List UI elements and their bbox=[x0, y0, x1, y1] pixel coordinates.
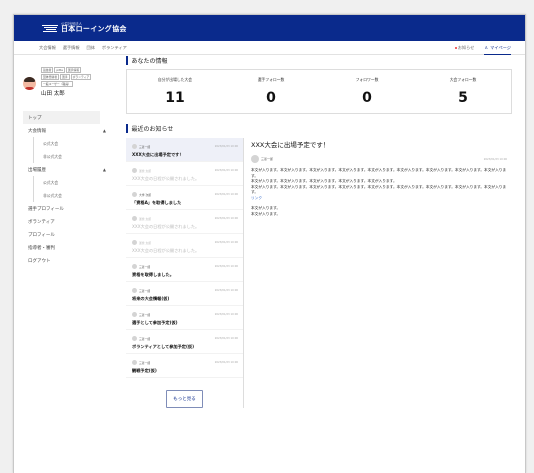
stats-section-title: あなたの情報 bbox=[126, 55, 512, 65]
stats-card: 自分が出場した大会 11 選手フォロー数 0 フォロワー数 0 大会フォロー数 … bbox=[126, 69, 512, 114]
detail-author: 三菱一郎 bbox=[261, 157, 274, 161]
avatar bbox=[23, 77, 36, 90]
profile-tag: 一般ユーザー（職員） bbox=[41, 81, 73, 87]
avatar bbox=[132, 312, 137, 317]
user-icon: ♙ bbox=[484, 45, 489, 50]
chevron-up-icon: ▲ bbox=[102, 128, 106, 133]
detail-date: 2023/01/23 10:00 bbox=[483, 157, 507, 161]
news-item[interactable]: 三菱一郎 2023/01/23 10:00 ボランティアとして参加予定(仮) bbox=[126, 330, 243, 354]
main-content: あなたの情報 自分が出場した大会 11 選手フォロー数 0 フォロワー数 0 大… bbox=[126, 55, 512, 408]
nav-tournament[interactable]: 大会情報 bbox=[39, 45, 56, 51]
chevron-up-icon: ▲ bbox=[102, 167, 106, 172]
sidebar-item-guardian[interactable]: 指導者・審判 bbox=[14, 241, 113, 254]
sidebar-item-results[interactable]: 出場履歴 ▲ bbox=[14, 163, 113, 176]
top-nav: 大会情報 選手情報 団体 ボランティア お知らせ ♙ マイページ bbox=[14, 41, 525, 55]
sidebar: 競技者 pitta 選手情報 団体登録者 選手 ボランティア 一般ユーザー（職員… bbox=[14, 55, 113, 473]
avatar bbox=[132, 288, 137, 293]
news-item[interactable]: 運営 太郎 2023/01/23 10:00 XXX大会の日程が公開されました。 bbox=[126, 234, 243, 258]
more-button[interactable]: もっと見る bbox=[166, 390, 203, 408]
nav-mypage[interactable]: ♙ マイページ bbox=[484, 41, 511, 55]
nav-notifications[interactable]: お知らせ bbox=[454, 45, 474, 51]
sidebar-subitem-unofficial[interactable]: 非公式大会 bbox=[34, 189, 113, 202]
news-item[interactable]: 三菱一郎 2023/01/23 10:00 観戦予定(仮) bbox=[126, 354, 243, 378]
sidebar-subitem-official[interactable]: 公式大会 bbox=[34, 137, 113, 150]
sidebar-menu: トップ 大会情報 ▲ 公式大会 非公式大会 出場履歴 ▲ 公式大会 非公式大会 選手… bbox=[14, 111, 113, 267]
news-item[interactable]: 運営 太郎 2023/01/23 10:00 XXX大会の日程が公開されました。 bbox=[126, 210, 243, 234]
user-name: 山田 太郎 bbox=[41, 91, 65, 97]
avatar bbox=[132, 144, 137, 149]
nav-organizations[interactable]: 団体 bbox=[87, 45, 95, 51]
stat-tournament-follows: 大会フォロー数 5 bbox=[449, 77, 477, 106]
profile-tag: 選手 bbox=[60, 74, 70, 80]
sidebar-item-profile[interactable]: プロフィール bbox=[14, 228, 113, 241]
avatar bbox=[132, 264, 137, 269]
news-item[interactable]: 大学 次郎 2023/01/23 10:00 「資格A」を取得しました bbox=[126, 186, 243, 210]
profile-card: 競技者 pitta 選手情報 団体登録者 選手 ボランティア 一般ユーザー（職員… bbox=[14, 55, 113, 97]
profile-tag: pitta bbox=[54, 67, 65, 73]
news-item[interactable]: 運営 太郎 2023/01/23 10:00 XXX大会の日程が公開されました。 bbox=[126, 162, 243, 186]
news-panel: 三菱一郎 2023/01/23 10:00 XXX大会に出場予定です！ 運営 太… bbox=[126, 138, 512, 408]
news-item[interactable]: 三菱一郎 2023/01/23 10:00 将来の大会情報(仮) bbox=[126, 282, 243, 306]
avatar bbox=[132, 168, 137, 173]
news-item[interactable]: 三菱一郎 2023/01/23 10:00 選手として参加予定(仮) bbox=[126, 306, 243, 330]
detail-body: 本文が入ります。本文が入ります。本文が入ります。本文が入ります。本文が入ります。… bbox=[251, 168, 512, 217]
profile-tag: 競技者 bbox=[41, 67, 54, 73]
avatar bbox=[132, 360, 137, 365]
rowing-logo-icon bbox=[42, 24, 58, 33]
avatar bbox=[132, 216, 137, 221]
sidebar-item-volunteer[interactable]: ボランティア bbox=[14, 215, 113, 228]
profile-tag: 団体登録者 bbox=[41, 74, 59, 80]
profile-tag: ボランティア bbox=[70, 74, 92, 80]
sidebar-subitem-official[interactable]: 公式大会 bbox=[34, 176, 113, 189]
news-section-title: 最近のお知らせ bbox=[126, 123, 512, 133]
sidebar-item-tournament[interactable]: 大会情報 ▲ bbox=[14, 124, 113, 137]
detail-title: XXX大会に出場予定です！ bbox=[251, 141, 330, 149]
news-item[interactable]: 三菱一郎 2023/01/23 10:00 資格を取得しました。 bbox=[126, 258, 243, 282]
avatar bbox=[132, 240, 137, 245]
header: 公益社団法人 日本ローイング協会 bbox=[14, 15, 525, 41]
logo-subtitle: 公益社団法人 bbox=[61, 21, 82, 26]
profile-tags: 競技者 pitta 選手情報 団体登録者 選手 ボランティア 一般ユーザー（職員… bbox=[41, 67, 96, 88]
sidebar-item-top[interactable]: トップ bbox=[23, 111, 100, 124]
news-detail: XXX大会に出場予定です！ 三菱一郎 2023/01/23 10:00 本文が入… bbox=[244, 138, 512, 408]
app-window: 公益社団法人 日本ローイング協会 大会情報 選手情報 団体 ボランティア お知ら… bbox=[13, 14, 526, 473]
sidebar-item-logout[interactable]: ログアウト bbox=[14, 254, 113, 267]
sidebar-subitem-unofficial[interactable]: 非公式大会 bbox=[34, 150, 113, 163]
news-list: 三菱一郎 2023/01/23 10:00 XXX大会に出場予定です！ 運営 太… bbox=[126, 138, 244, 408]
logo-title: 日本ローイング協会 bbox=[61, 25, 127, 34]
avatar bbox=[251, 155, 259, 163]
logo[interactable]: 公益社団法人 日本ローイング協会 bbox=[42, 21, 127, 34]
stat-player-follows: 選手フォロー数 0 bbox=[257, 77, 285, 106]
stat-followers: フォロワー数 0 bbox=[355, 77, 379, 106]
avatar bbox=[132, 336, 137, 341]
nav-players[interactable]: 選手情報 bbox=[63, 45, 80, 51]
news-item[interactable]: 三菱一郎 2023/01/23 10:00 XXX大会に出場予定です！ bbox=[126, 138, 243, 162]
sidebar-item-player-profile[interactable]: 選手プロフィール bbox=[14, 202, 113, 215]
notification-dot-icon bbox=[454, 47, 457, 49]
profile-tag: 選手情報 bbox=[65, 67, 82, 73]
nav-volunteer[interactable]: ボランティア bbox=[102, 45, 127, 51]
stat-tournaments: 自分が出場した大会 11 bbox=[157, 77, 193, 106]
avatar bbox=[132, 192, 137, 197]
